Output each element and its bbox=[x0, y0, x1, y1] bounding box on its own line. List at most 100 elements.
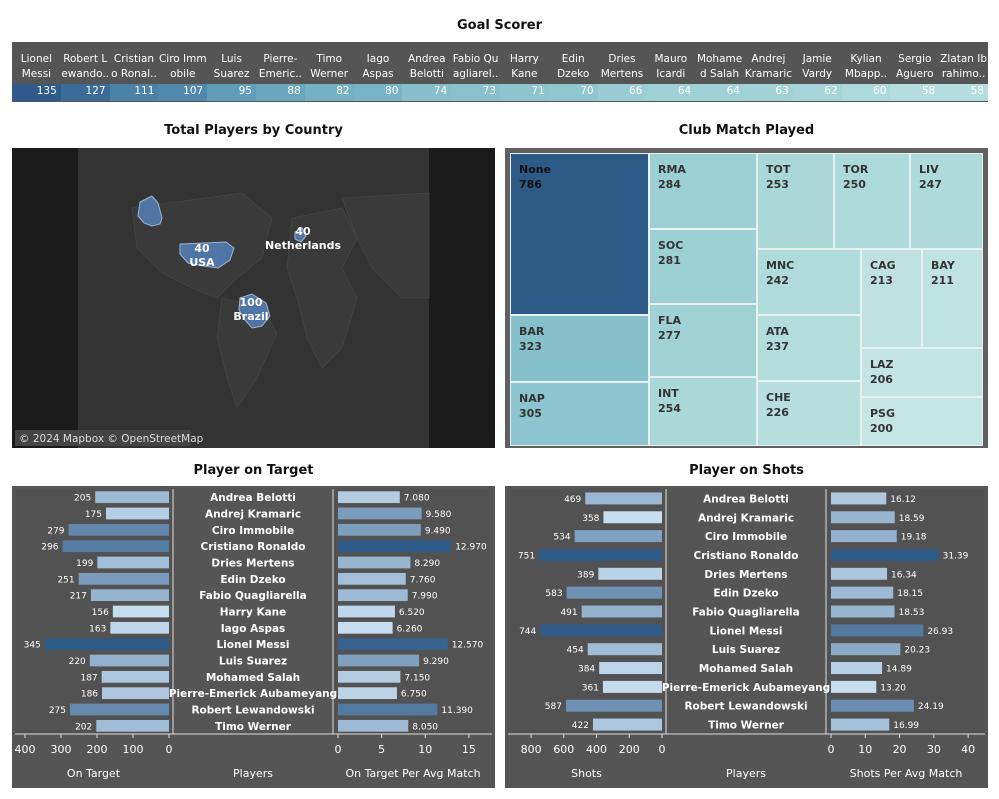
goal-scorer-value: 127 bbox=[85, 85, 106, 97]
goal-scorer-column[interactable]: Robert Lewando.. 127 bbox=[60, 42, 110, 102]
category-label: Iago Aspas bbox=[221, 623, 286, 635]
right-bar bbox=[831, 548, 939, 561]
goal-scorer-column[interactable]: Timo Werner 82 bbox=[304, 42, 354, 102]
goal-scorer-value: 66 bbox=[629, 85, 643, 97]
treemap-cell-mnc[interactable]: MNC 242 bbox=[757, 249, 861, 315]
treemap-cell-nap[interactable]: NAP 305 bbox=[510, 382, 649, 446]
treemap-cell-psg[interactable]: PSG 200 bbox=[861, 397, 983, 446]
goal-scorer-column[interactable]: Edin Dzeko 70 bbox=[548, 42, 598, 102]
left-bar-label: 587 bbox=[545, 702, 562, 712]
treemap-cell-rma[interactable]: RMA 284 bbox=[649, 153, 757, 229]
left-bar-label: 202 bbox=[75, 722, 92, 732]
right-tick-label: 20 bbox=[893, 743, 907, 756]
goal-scorer-column[interactable]: Iago Aspas 80 bbox=[353, 42, 403, 102]
goal-scorer-column[interactable]: Dries Mertens 66 bbox=[597, 42, 647, 102]
goal-scorer-column[interactable]: Sergio Aguero 58 bbox=[890, 42, 940, 102]
goal-scorer-value: 80 bbox=[385, 85, 399, 97]
treemap-cell-bar[interactable]: BAR 323 bbox=[510, 315, 649, 382]
left-bar-label: 454 bbox=[567, 646, 584, 656]
treemap-cell-soc[interactable]: SOC 281 bbox=[649, 229, 757, 304]
goal-scorer-value-cell: 70 bbox=[548, 84, 598, 101]
right-bar bbox=[338, 605, 395, 618]
left-bar bbox=[598, 567, 662, 580]
map-title: Total Players by Country bbox=[164, 123, 343, 138]
goal-scorer-column[interactable]: Harry Kane 71 bbox=[500, 42, 549, 102]
left-bar bbox=[89, 654, 169, 667]
usa-value-label: 40 bbox=[194, 242, 210, 255]
treemap-cell-che[interactable]: CHE 226 bbox=[757, 381, 861, 446]
treemap-cell-label: NAP 305 bbox=[519, 391, 545, 421]
goal-scorer-column[interactable]: Luis Suarez 95 bbox=[207, 42, 256, 102]
goal-scorer-value-cell: 66 bbox=[597, 84, 647, 101]
goal-scorer-column[interactable]: Zlatan Ib rahimo.. 58 bbox=[939, 42, 988, 102]
goal-scorer-column[interactable]: Cristian o Ronal.. 111 bbox=[109, 42, 159, 102]
category-label: Dries Mertens bbox=[211, 558, 294, 570]
goal-scorer-column[interactable]: Mauro Icardi 64 bbox=[646, 42, 696, 102]
left-bar-label: 187 bbox=[80, 673, 97, 683]
treemap-cell-none[interactable]: None 786 bbox=[510, 153, 649, 315]
left-bar bbox=[574, 530, 662, 543]
goal-scorer-table: Lionel Messi 135 Robert Lewando.. 127 Cristia… bbox=[12, 42, 988, 102]
treemap-cell-fla[interactable]: FLA 277 bbox=[649, 304, 757, 377]
goal-scorer-column[interactable]: Jamie Vardy 62 bbox=[792, 42, 842, 102]
right-bar bbox=[831, 699, 914, 712]
goal-scorer-value: 58 bbox=[970, 85, 984, 97]
treemap-club-name: None bbox=[519, 163, 552, 176]
right-bar-label: 13.20 bbox=[880, 683, 906, 693]
left-bar bbox=[539, 548, 662, 561]
treemap-club-name: RMA bbox=[658, 163, 686, 176]
category-label: Pierre-Emerick Aubameyang bbox=[169, 688, 337, 700]
right-bar bbox=[338, 540, 452, 553]
treemap-club-value: 242 bbox=[766, 274, 789, 287]
left-bar-label: 220 bbox=[69, 657, 86, 667]
goal-scorer-value: 107 bbox=[183, 85, 204, 97]
goal-scorer-column[interactable]: Pierre- Emeric.. 88 bbox=[256, 42, 305, 102]
treemap-cell-cag[interactable]: CAG 213 bbox=[861, 249, 922, 348]
treemap-cell-bay[interactable]: BAY 211 bbox=[922, 249, 983, 348]
treemap-cell-laz[interactable]: LAZ 206 bbox=[861, 348, 983, 397]
goal-scorer-player-name: Mauro Icardi bbox=[654, 53, 688, 80]
right-bar bbox=[338, 556, 411, 569]
treemap-club-name: BAY bbox=[931, 259, 955, 272]
treemap-cell-tor[interactable]: TOR 250 bbox=[834, 153, 910, 249]
goal-scorer-column[interactable]: Fabio Qu agliarel.. 73 bbox=[451, 42, 500, 102]
category-label: Luis Suarez bbox=[712, 644, 780, 656]
goal-scorer-player-name: Sergio Aguero bbox=[896, 53, 934, 80]
country-map[interactable]: 40 USA 40 Netherlands 100 Brazil © 2024 … bbox=[12, 148, 495, 448]
treemap-cell-liv[interactable]: LIV 247 bbox=[910, 153, 983, 249]
right-bar bbox=[831, 586, 894, 599]
goal-scorer-column[interactable]: Andrea Belotti 74 bbox=[402, 42, 452, 102]
goal-scorer-value: 60 bbox=[873, 85, 887, 97]
right-bar bbox=[338, 638, 448, 651]
goal-scorer-column[interactable]: Andrej Kramaric 63 bbox=[744, 42, 793, 102]
treemap-club-value: 213 bbox=[870, 274, 893, 287]
treemap-cell-int[interactable]: INT 254 bbox=[649, 377, 757, 446]
center-axis-title: Players bbox=[726, 767, 766, 780]
goal-scorer-column[interactable]: Mohame d Salah 64 bbox=[695, 42, 744, 102]
map-attribution[interactable]: © 2024 Mapbox © OpenStreetMap bbox=[19, 433, 204, 445]
club-treemap: None 786 BAR 323 NAP 305 RMA 284 SOC 281 FLA 277 INT… bbox=[505, 148, 988, 448]
goal-scorer-column[interactable]: Ciro Imm obile 107 bbox=[158, 42, 208, 102]
treemap-club-name: MNC bbox=[766, 259, 795, 272]
left-bar-label: 469 bbox=[564, 495, 581, 505]
goal-scorer-value-cell: 73 bbox=[451, 84, 500, 101]
right-bar-label: 7.760 bbox=[410, 575, 436, 585]
right-bar-label: 7.150 bbox=[404, 673, 430, 683]
right-bar bbox=[338, 621, 393, 634]
right-bar-label: 8.050 bbox=[412, 722, 438, 732]
goal-scorer-player-name: Dries Mertens bbox=[600, 53, 644, 80]
right-bar-label: 11.390 bbox=[441, 706, 473, 716]
treemap-club-name: FLA bbox=[658, 314, 682, 327]
goal-scorer-value: 63 bbox=[775, 85, 789, 97]
goal-scorer-column[interactable]: Lionel Messi 135 bbox=[12, 42, 61, 102]
right-bar-label: 9.490 bbox=[425, 526, 451, 536]
right-bar bbox=[831, 567, 888, 580]
left-bar bbox=[603, 511, 662, 524]
treemap-cell-tot[interactable]: TOT 253 bbox=[757, 153, 834, 249]
right-tick-label: 10 bbox=[418, 743, 432, 756]
left-bar-label: 251 bbox=[57, 575, 74, 585]
goal-scorer-player-name: Andrea Belotti bbox=[408, 53, 446, 80]
treemap-cell-ata[interactable]: ATA 237 bbox=[757, 315, 861, 381]
right-bar-label: 6.520 bbox=[399, 608, 425, 618]
goal-scorer-column[interactable]: Kylian Mbapp.. 60 bbox=[841, 42, 891, 102]
